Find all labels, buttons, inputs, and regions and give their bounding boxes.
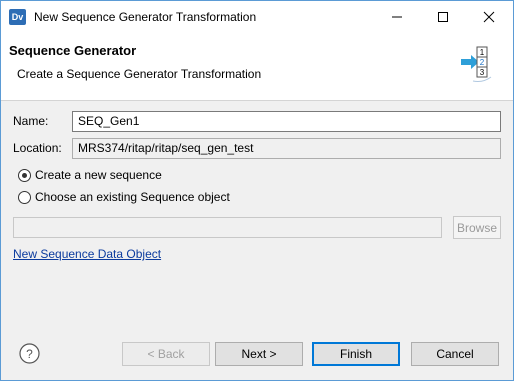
close-button[interactable]: [466, 1, 512, 33]
new-sequence-data-object-link[interactable]: New Sequence Data Object: [13, 247, 161, 261]
help-icon[interactable]: ?: [19, 343, 40, 364]
app-icon: Dv: [9, 9, 26, 25]
name-label: Name:: [13, 114, 49, 128]
page-description: Create a Sequence Generator Transformati…: [17, 67, 262, 81]
maximize-icon: [438, 12, 448, 22]
name-field[interactable]: SEQ_Gen1: [72, 111, 501, 132]
dialog-window: Dv New Sequence Generator Transformation…: [0, 0, 514, 381]
create-new-sequence-label: Create a new sequence: [35, 168, 162, 182]
sequence-generator-icon: 1 2 3: [461, 46, 492, 82]
wizard-banner: Sequence Generator Create a Sequence Gen…: [1, 33, 513, 101]
choose-existing-sequence-radio[interactable]: Choose an existing Sequence object: [18, 190, 230, 204]
back-button: < Back: [122, 342, 210, 366]
sequence-number-3: 3: [480, 68, 485, 77]
cancel-button[interactable]: Cancel: [411, 342, 499, 366]
radio-unchecked-icon: [18, 190, 31, 204]
sequence-object-field: [13, 217, 442, 238]
window-title: New Sequence Generator Transformation: [34, 10, 257, 24]
sequence-number-2: 2: [480, 58, 485, 67]
title-bar[interactable]: Dv New Sequence Generator Transformation: [1, 1, 513, 33]
choose-existing-sequence-label: Choose an existing Sequence object: [35, 190, 230, 204]
minimize-icon: [392, 16, 402, 18]
close-icon: [483, 11, 495, 23]
radio-checked-icon: [18, 168, 31, 182]
page-title: Sequence Generator: [9, 43, 137, 58]
location-label: Location:: [13, 141, 62, 155]
svg-text:?: ?: [26, 347, 33, 361]
browse-button: Browse: [453, 216, 501, 239]
maximize-button[interactable]: [420, 1, 466, 33]
next-button[interactable]: Next >: [215, 342, 303, 366]
minimize-button[interactable]: [374, 1, 420, 33]
finish-button[interactable]: Finish: [312, 342, 400, 366]
location-field: MRS374/ritap/ritap/seq_gen_test: [72, 138, 501, 159]
sequence-number-1: 1: [480, 48, 485, 57]
create-new-sequence-radio[interactable]: Create a new sequence: [18, 168, 162, 182]
